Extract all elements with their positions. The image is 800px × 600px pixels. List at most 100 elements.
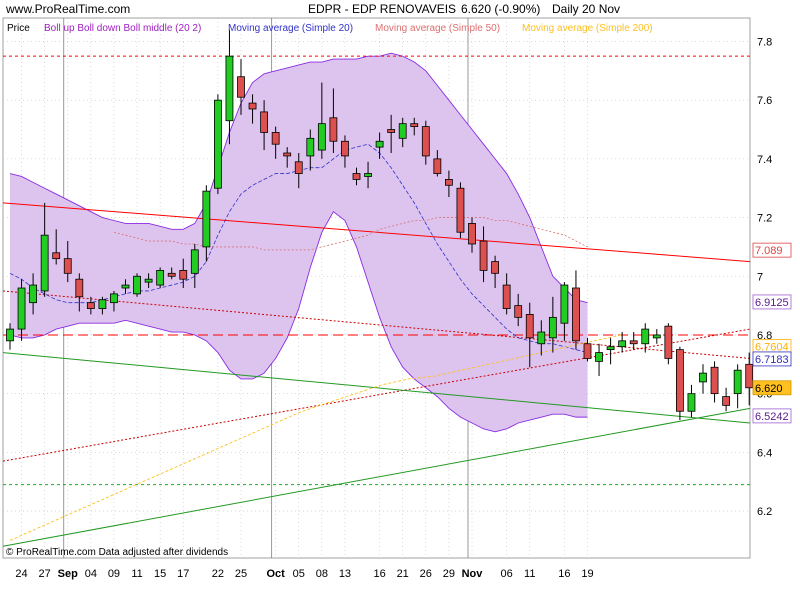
value-tag-label: 6.5242	[755, 411, 789, 423]
value-tag-label: 6.7183	[755, 354, 789, 366]
candle-body	[190, 249, 199, 274]
candle-body	[433, 158, 442, 174]
x-tick-label: 25	[235, 568, 247, 580]
candle	[676, 346, 684, 421]
candle-body	[40, 234, 49, 292]
x-tick-label: 16	[558, 568, 570, 580]
candle-body	[375, 140, 384, 148]
y-tick-label: 7.8	[757, 36, 772, 48]
candle-body	[606, 346, 615, 351]
candle-body	[225, 55, 234, 122]
candle-body	[213, 99, 222, 189]
value-tag-label: 6.620	[755, 383, 783, 395]
candle-body	[560, 284, 569, 324]
y-tick-label: 7.6	[757, 95, 772, 107]
candle	[664, 323, 673, 365]
candle-body	[341, 140, 349, 157]
value-tag-label: 7.089	[755, 245, 783, 257]
x-tick-label: Oct	[266, 568, 285, 580]
x-tick-label: 09	[108, 568, 120, 580]
candle	[456, 182, 465, 239]
candle-body	[283, 152, 292, 157]
x-tick-label: 13	[339, 568, 351, 580]
chart-window: www.ProRealTime.com EDPR - EDP RENOVAVEI…	[0, 0, 800, 600]
y-tick-label: 7	[757, 271, 763, 283]
candle-body	[86, 302, 95, 309]
candle-body	[502, 284, 511, 309]
candle-body	[248, 102, 257, 110]
candle-body	[572, 287, 580, 342]
candle-body	[687, 393, 696, 412]
candle-body	[641, 328, 650, 345]
candle-body	[52, 252, 61, 260]
candle-body	[144, 278, 153, 283]
price-chart[interactable]: 6.26.46.66.877.27.47.67.8 2427Sep0409111…	[0, 0, 800, 600]
x-tick-label: 06	[501, 568, 513, 580]
candle-body	[710, 366, 719, 395]
value-tag: 6.9125	[752, 294, 792, 310]
candle-body	[733, 369, 742, 395]
candle-body	[664, 325, 673, 359]
candle-body	[583, 343, 592, 359]
candle-body	[133, 275, 141, 295]
candle-body	[98, 299, 107, 309]
panel-label: Price	[7, 23, 30, 34]
candle-body	[652, 334, 661, 339]
candle-body	[364, 173, 372, 177]
x-tick-label: 22	[212, 568, 224, 580]
legend-entry: Moving average (Simple 20)	[228, 23, 353, 34]
candle-body	[410, 123, 419, 127]
x-tick-label: 21	[397, 568, 409, 580]
candle-body	[398, 123, 407, 139]
candle-body	[676, 349, 684, 412]
value-tag: 6.5242	[752, 408, 792, 424]
candle-body	[294, 161, 303, 174]
candle-body	[479, 240, 488, 271]
x-tick-label: 27	[39, 568, 51, 580]
candle-body	[491, 261, 500, 274]
candle-body	[699, 372, 707, 383]
legend-entry: Moving average (Simple 200)	[522, 23, 653, 34]
candle-body	[456, 187, 465, 233]
x-axis: 24 27 Sep 04 09 11 15 17 22 25 Oct 05 08 13 16 21 26 29 No…	[15, 568, 593, 580]
x-tick-label: 26	[420, 568, 432, 580]
candle-body	[629, 340, 638, 345]
y-tick-label: 6.2	[757, 506, 772, 518]
candle-body	[595, 352, 603, 362]
candle	[213, 94, 222, 195]
x-tick-label: 16	[373, 568, 385, 580]
candle-body	[306, 137, 315, 157]
candle-body	[110, 293, 118, 304]
x-tick-label: 04	[85, 568, 97, 580]
candle-body	[6, 328, 14, 342]
candle-body	[260, 111, 269, 133]
candle-body	[75, 278, 84, 298]
x-tick-label: Nov	[462, 568, 484, 580]
y-tick-label: 7.2	[757, 213, 772, 225]
value-tag: 6.620	[752, 380, 792, 396]
x-tick-label: 24	[15, 568, 27, 580]
y-tick-label: 6.4	[757, 447, 772, 459]
candle-body	[548, 316, 557, 339]
candle-body	[537, 331, 546, 345]
candle-body	[525, 314, 534, 339]
candle-body	[271, 132, 280, 145]
candle-body	[421, 126, 430, 157]
candle-body	[514, 305, 523, 318]
candle-body	[29, 284, 38, 304]
candle-body	[17, 287, 26, 330]
y-tick-label: 7.4	[757, 154, 772, 166]
footer-note: © ProRealTime.com Data adjusted after di…	[6, 547, 228, 558]
value-tag: 6.7183	[752, 351, 792, 367]
x-tick-label: 05	[293, 568, 305, 580]
x-tick-label: 08	[316, 568, 328, 580]
value-tag: 7.089	[752, 242, 792, 258]
candle-body	[722, 396, 730, 406]
x-tick-label: 11	[524, 568, 535, 580]
candle-body	[179, 269, 188, 280]
legend-entry: Boll up Boll down Boll middle (20 2)	[44, 23, 201, 34]
legend: Price Boll up Boll down Boll middle (20 2…	[7, 23, 653, 34]
x-tick-label: 29	[443, 568, 455, 580]
candle-body	[167, 272, 176, 277]
legend-entry: Moving average (Simple 50)	[375, 23, 500, 34]
